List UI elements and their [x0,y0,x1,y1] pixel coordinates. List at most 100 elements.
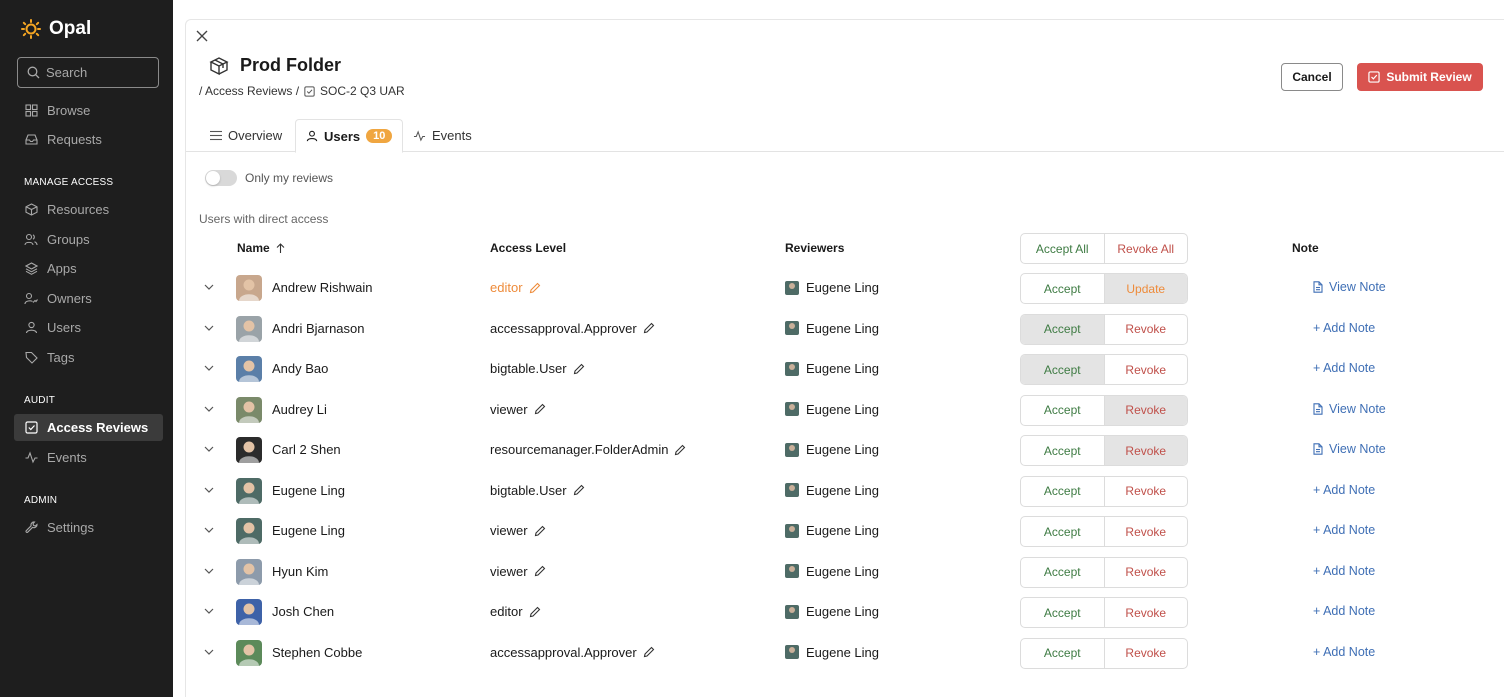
user-name: Eugene Ling [272,523,346,538]
expand-chevron-icon[interactable] [203,645,215,663]
accept-button[interactable]: Accept [1021,557,1105,587]
revoke-button[interactable]: Revoke [1104,436,1187,465]
wrench-icon [24,521,38,535]
submit-review-button[interactable]: Submit Review [1357,63,1483,91]
breadcrumb-access-reviews[interactable]: / Access Reviews / [199,84,299,98]
expand-chevron-icon[interactable] [203,564,215,582]
accept-button[interactable]: Accept [1021,476,1105,506]
update-button[interactable]: Update [1104,274,1187,303]
sidebar-item-users[interactable]: Users [14,314,163,341]
expand-chevron-icon[interactable] [203,361,215,379]
revoke-button[interactable]: Revoke [1105,517,1188,546]
column-header-name[interactable]: Name [237,241,285,255]
accept-all-button[interactable]: Accept All [1021,234,1105,263]
sidebar-item-owners[interactable]: Owners [14,285,163,312]
revoke-button[interactable]: Revoke [1105,477,1188,506]
expand-chevron-icon[interactable] [203,483,215,501]
expand-chevron-icon[interactable] [203,280,215,298]
sidebar-item-tags[interactable]: Tags [14,344,163,371]
add-note-link[interactable]: + Add Note [1313,604,1375,618]
section-manage-access: MANAGE ACCESS [24,177,114,188]
app-logo[interactable]: Opal [20,18,91,40]
breadcrumb-review-name[interactable]: SOC-2 Q3 UAR [320,84,405,98]
pencil-icon[interactable] [534,525,546,537]
tab-users[interactable]: Users 10 [295,119,404,153]
list-icon [210,130,222,141]
reviewer: Eugene Ling [785,280,879,295]
accept-button[interactable]: Accept [1021,517,1105,546]
revoke-button[interactable]: Revoke [1105,639,1188,668]
sidebar-item-groups[interactable]: Groups [14,226,163,253]
sidebar-item-resources[interactable]: Resources [14,196,163,223]
pencil-icon[interactable] [529,282,541,294]
reviewer: Eugene Ling [785,402,879,417]
pencil-icon[interactable] [534,565,546,577]
column-header-access-level: Access Level [490,241,567,255]
reviewer-name: Eugene Ling [806,482,880,498]
add-note-link[interactable]: + Add Note [1313,321,1375,335]
expand-chevron-icon[interactable] [203,402,215,420]
accept-button[interactable]: Accept [1021,638,1105,668]
expand-chevron-icon[interactable] [203,604,215,622]
close-icon[interactable] [196,29,208,47]
access-level: viewer [490,564,546,579]
reviewer-name: Eugene Ling [806,604,880,619]
accept-button[interactable]: Accept [1021,598,1105,627]
add-note-link[interactable]: + Add Note [1313,361,1375,375]
reviewer-avatar [785,564,799,578]
sidebar-item-browse[interactable]: Browse [14,97,163,124]
add-note-link[interactable]: + Add Note [1313,564,1375,578]
pencil-icon[interactable] [643,322,655,334]
expand-chevron-icon[interactable] [203,523,215,541]
access-level: editor [490,280,541,295]
avatar [236,356,262,382]
reviewer-name: Eugene Ling [806,523,880,538]
revoke-button[interactable]: Revoke [1105,315,1188,344]
sidebar-item-requests[interactable]: Requests [14,126,163,153]
view-note-link[interactable]: View Note [1313,402,1386,416]
revoke-button[interactable]: Revoke [1105,558,1188,587]
accept-button[interactable]: Accept [1021,355,1105,384]
tab-events[interactable]: Events [413,119,472,152]
sidebar-item-apps[interactable]: Apps [14,255,163,282]
sidebar-search[interactable]: Search [17,57,159,88]
accept-button[interactable]: Accept [1021,436,1105,465]
view-note-link[interactable]: View Note [1313,280,1386,294]
document-icon [1313,402,1323,415]
column-header-reviewers: Reviewers [785,241,845,255]
cancel-button[interactable]: Cancel [1281,63,1343,91]
expand-chevron-icon[interactable] [203,321,215,339]
revoke-button[interactable]: Revoke [1105,598,1188,627]
accept-button[interactable]: Accept [1021,314,1105,344]
pencil-icon[interactable] [573,484,585,496]
pencil-icon[interactable] [643,646,655,658]
revoke-button[interactable]: Revoke [1104,395,1187,425]
revoke-all-button[interactable]: Revoke All [1105,234,1188,263]
pencil-icon[interactable] [529,606,541,618]
add-note-link[interactable]: + Add Note [1313,523,1375,537]
sidebar-item-settings[interactable]: Settings [14,514,163,541]
folder-cube-icon [209,56,229,75]
add-note-link[interactable]: + Add Note [1313,483,1375,497]
sidebar-item-events[interactable]: Events [14,444,163,471]
revoke-button[interactable]: Revoke [1105,355,1188,384]
add-note-link[interactable]: + Add Note [1313,645,1375,659]
accept-button[interactable]: Accept [1021,395,1105,425]
expand-chevron-icon[interactable] [203,442,215,460]
group-icon [24,233,38,247]
page-header: Prod Folder [208,55,341,76]
tab-overview[interactable]: Overview [210,119,282,152]
pencil-icon[interactable] [674,444,686,456]
note-label: + Add Note [1313,563,1376,578]
only-my-reviews-toggle[interactable] [205,170,237,186]
inbox-icon [24,133,38,147]
decision-toggle: Accept Revoke [1020,394,1188,426]
view-note-link[interactable]: View Note [1313,442,1386,456]
pencil-icon[interactable] [534,403,546,415]
pencil-icon[interactable] [573,363,585,375]
sidebar-item-access-reviews[interactable]: Access Reviews [14,414,163,441]
review-panel: Prod Folder / Access Reviews / SOC-2 Q3 … [185,19,1504,697]
reviewer-avatar [785,442,799,457]
note-label: View Note [1329,442,1386,456]
accept-button[interactable]: Accept [1021,274,1105,303]
